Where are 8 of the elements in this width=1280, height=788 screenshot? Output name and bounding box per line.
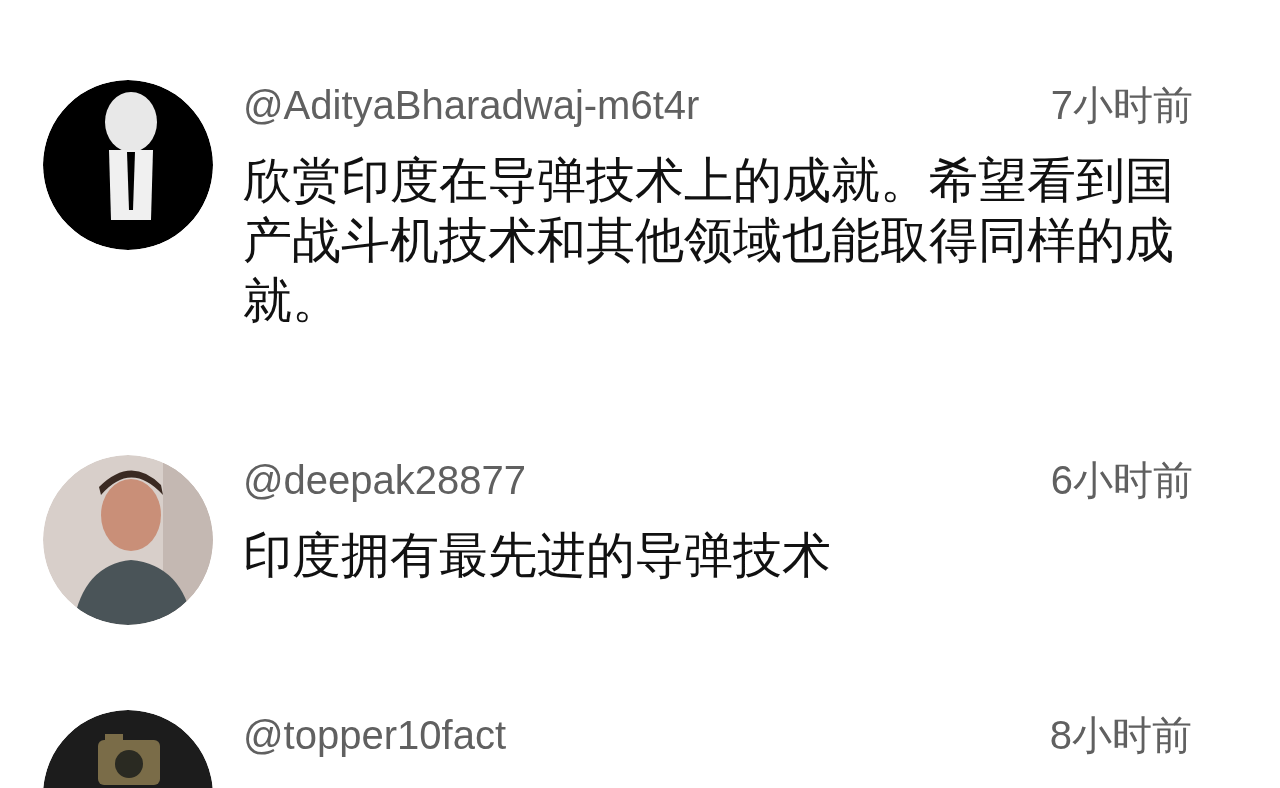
timestamp: 6小时前 xyxy=(1050,457,1193,504)
username[interactable]: @AdityaBharadwaj-m6t4r xyxy=(243,80,700,130)
comment-text: 欣赏印度在导弹技术上的成就。希望看到国产战斗机技术和其他领域也能取得同样的成就。 xyxy=(243,152,1175,329)
timestamp: 7小时前 xyxy=(1050,82,1193,129)
timestamp: 8小时前 xyxy=(1049,712,1192,759)
comment-text: 印度拥有最先进的导弹技术 xyxy=(243,527,832,584)
username[interactable]: @deepak28877 xyxy=(243,455,527,505)
username[interactable]: @topper10fact xyxy=(243,710,506,760)
